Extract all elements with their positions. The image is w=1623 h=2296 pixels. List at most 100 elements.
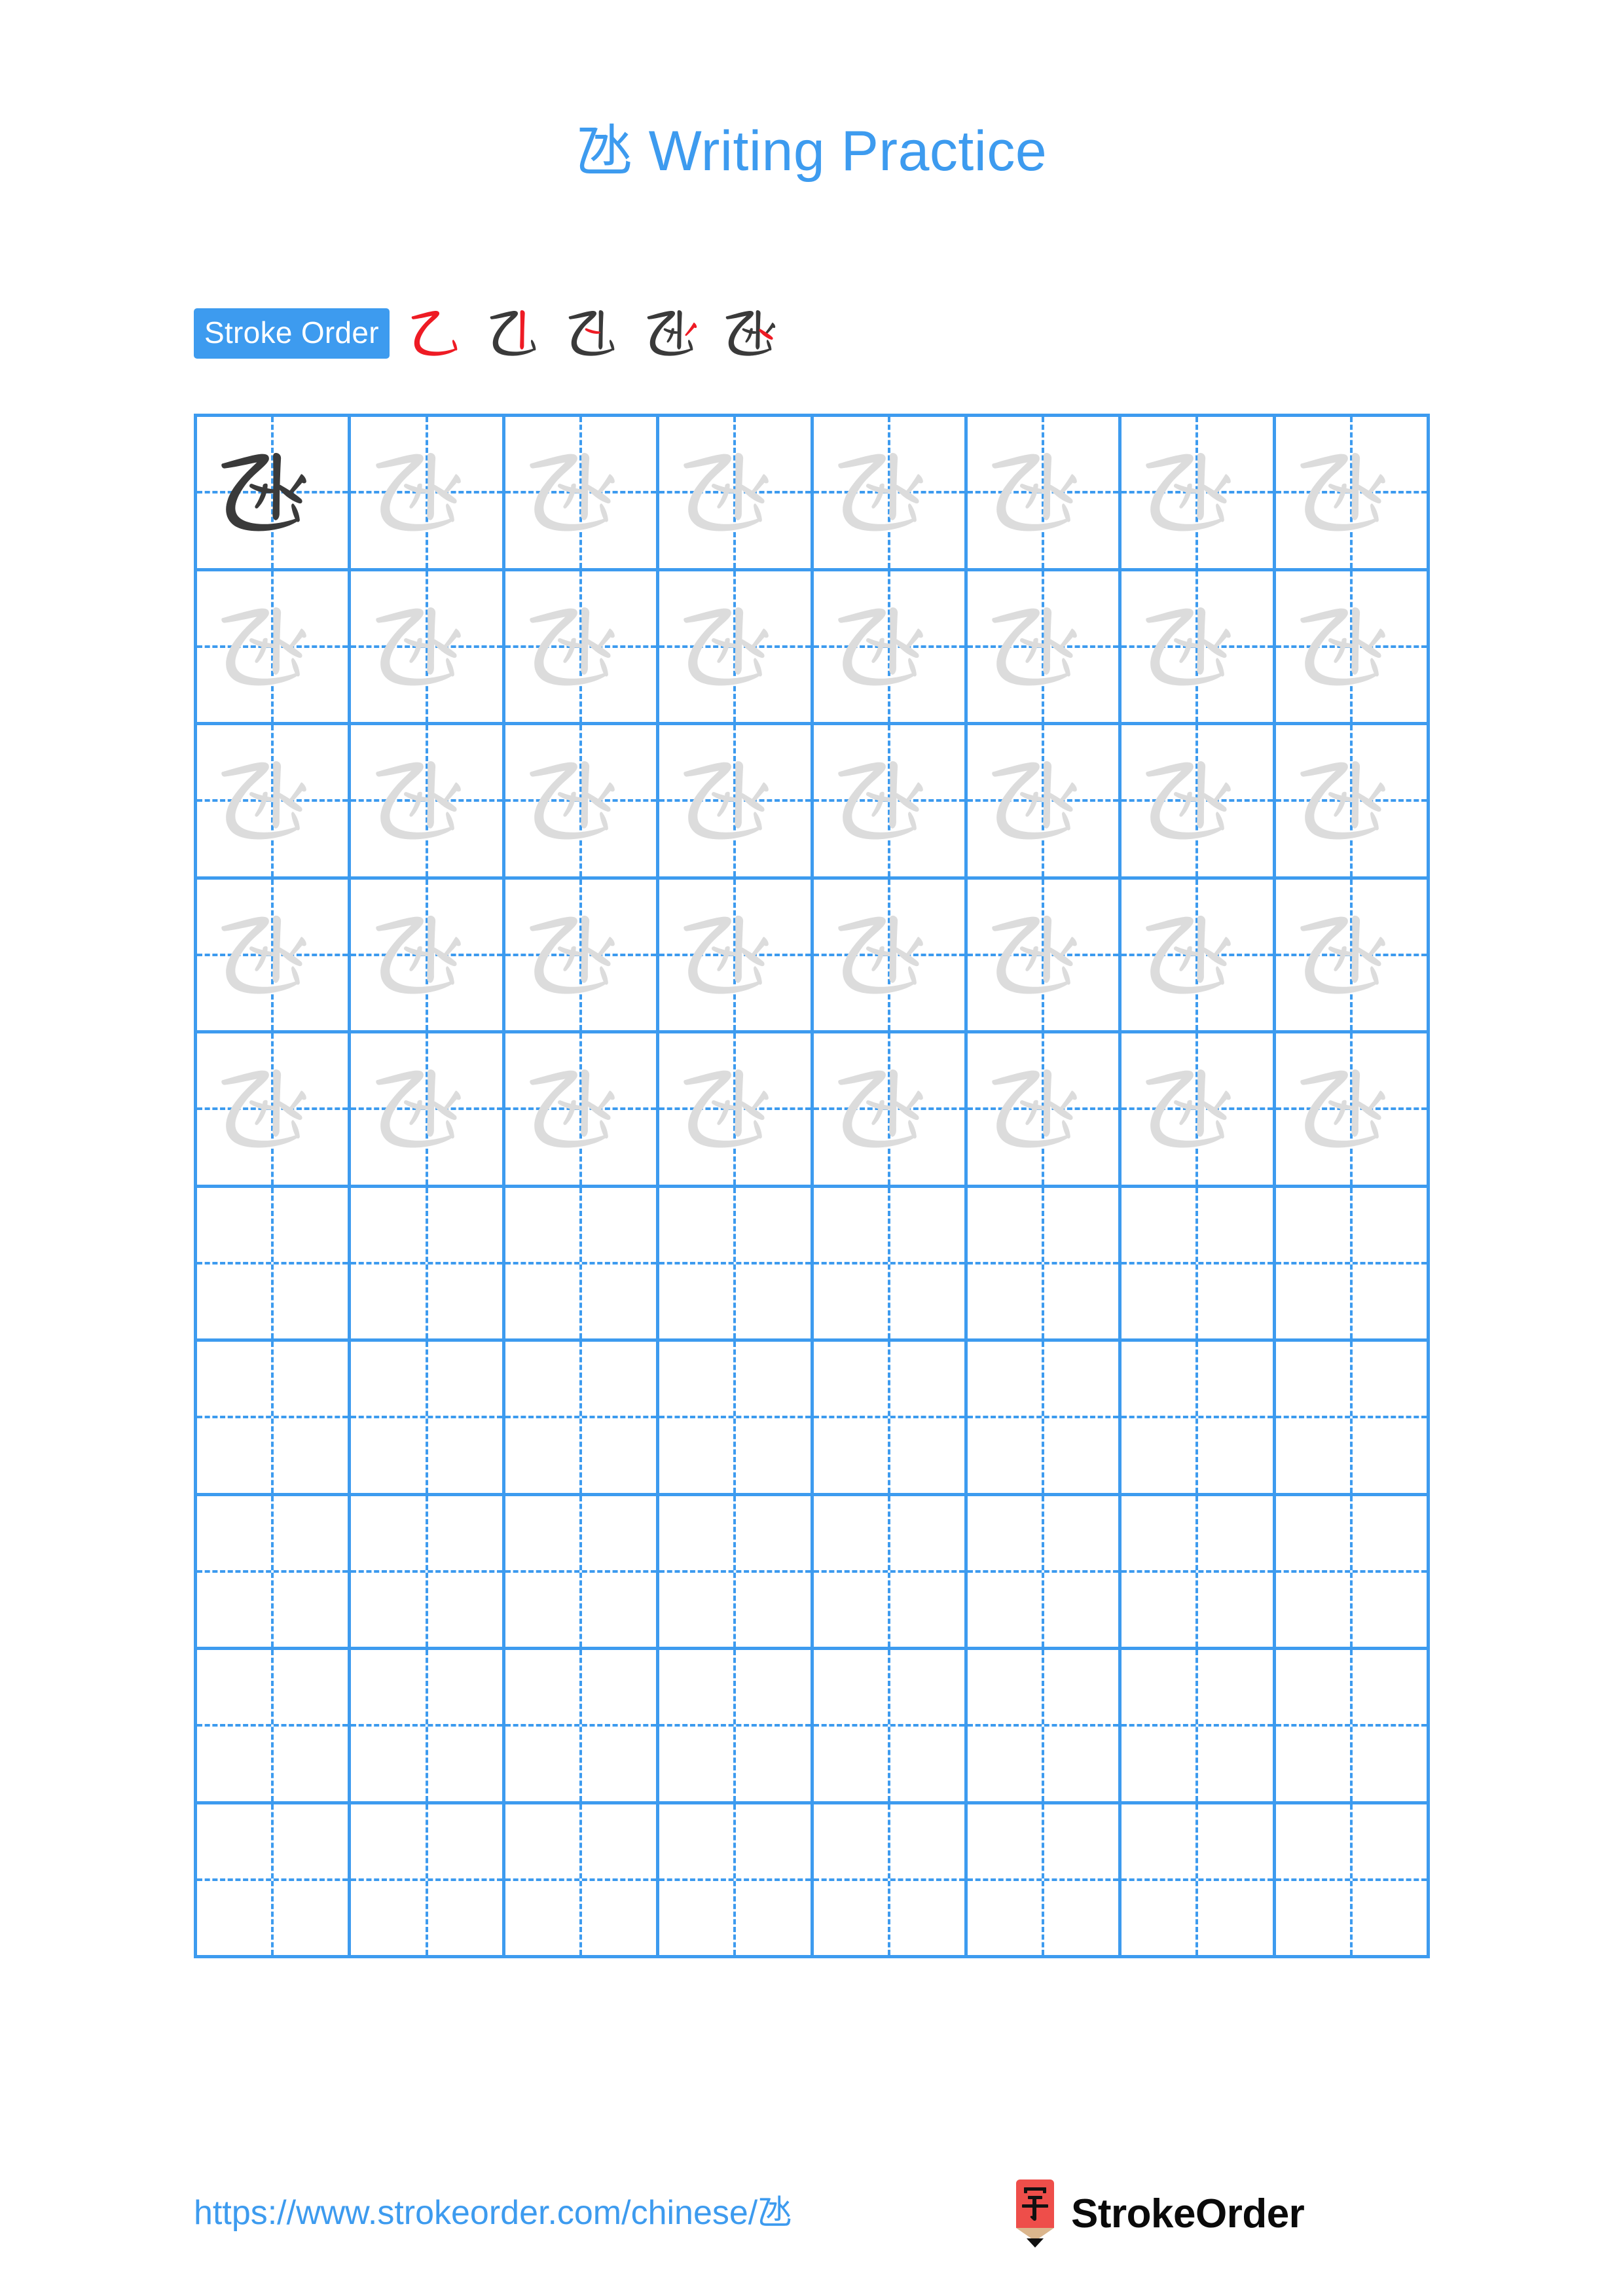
practice-cell[interactable] — [1122, 417, 1276, 571]
practice-cell[interactable] — [1122, 1650, 1276, 1804]
practice-cell[interactable] — [813, 1650, 968, 1804]
practice-cell[interactable] — [197, 1650, 352, 1804]
practice-cell[interactable] — [505, 725, 660, 880]
horizontal-guide-line — [1122, 1416, 1273, 1419]
practice-cell[interactable] — [1275, 571, 1430, 725]
practice-cell[interactable] — [197, 1496, 352, 1650]
practice-cell[interactable] — [967, 1496, 1122, 1650]
practice-cell[interactable] — [967, 1342, 1122, 1496]
stroke-step-3-icon — [568, 310, 615, 356]
footer-url-link[interactable]: https://www.strokeorder.com/chinese/氹 — [194, 2185, 792, 2234]
practice-cell[interactable] — [967, 725, 1122, 880]
practice-cell[interactable] — [1122, 1342, 1276, 1496]
practice-cell[interactable] — [351, 417, 505, 571]
practice-cell[interactable] — [505, 1804, 660, 1958]
practice-cell[interactable] — [1275, 1187, 1430, 1342]
practice-cell[interactable] — [1122, 1033, 1276, 1188]
vertical-guide-line — [733, 1496, 737, 1647]
traceable-character — [814, 571, 964, 723]
practice-cell[interactable] — [197, 1342, 352, 1496]
practice-cell[interactable] — [813, 1496, 968, 1650]
practice-cell[interactable] — [197, 1187, 352, 1342]
practice-cell[interactable] — [197, 879, 352, 1033]
practice-cell[interactable] — [659, 571, 814, 725]
practice-cell[interactable] — [505, 1342, 660, 1496]
practice-cell[interactable] — [351, 1187, 505, 1342]
practice-cell[interactable] — [813, 1033, 968, 1188]
stroke-step-1 — [407, 298, 476, 368]
horizontal-guide-line — [197, 1878, 348, 1881]
practice-cell[interactable] — [1122, 1187, 1276, 1342]
practice-cell[interactable] — [813, 1342, 968, 1496]
practice-cell[interactable] — [967, 879, 1122, 1033]
practice-cell[interactable] — [1275, 879, 1430, 1033]
practice-cell[interactable] — [351, 725, 505, 880]
traceable-character — [968, 725, 1118, 876]
practice-cell[interactable] — [813, 725, 968, 880]
practice-cell[interactable] — [351, 879, 505, 1033]
vertical-guide-line — [425, 1650, 428, 1801]
practice-cell[interactable] — [351, 1804, 505, 1958]
practice-cell[interactable] — [967, 571, 1122, 725]
practice-cell[interactable] — [659, 879, 814, 1033]
practice-cell[interactable] — [505, 417, 660, 571]
practice-cell[interactable] — [967, 1650, 1122, 1804]
practice-cell[interactable] — [351, 1033, 505, 1188]
practice-cell[interactable] — [197, 571, 352, 725]
traceable-character — [968, 571, 1118, 723]
practice-cell[interactable] — [197, 1804, 352, 1958]
practice-cell[interactable] — [351, 1650, 505, 1804]
practice-cell[interactable] — [351, 1496, 505, 1650]
practice-cell[interactable] — [813, 417, 968, 571]
traceable-character — [1122, 571, 1272, 723]
practice-cell[interactable] — [659, 1804, 814, 1958]
practice-cell[interactable] — [1275, 1342, 1430, 1496]
horizontal-guide-line — [351, 1261, 502, 1265]
practice-cell[interactable] — [813, 879, 968, 1033]
practice-cell[interactable] — [1275, 1804, 1430, 1958]
practice-cell[interactable] — [1122, 879, 1276, 1033]
practice-cell[interactable] — [967, 417, 1122, 571]
practice-cell[interactable] — [659, 1342, 814, 1496]
practice-cell[interactable] — [197, 417, 352, 571]
practice-cell[interactable] — [197, 1033, 352, 1188]
practice-cell[interactable] — [1122, 1804, 1276, 1958]
traceable-character — [814, 880, 964, 1031]
practice-cell[interactable] — [1275, 417, 1430, 571]
practice-cell[interactable] — [813, 1804, 968, 1958]
practice-cell[interactable] — [1122, 725, 1276, 880]
practice-cell[interactable] — [351, 571, 505, 725]
practice-cell[interactable] — [1122, 571, 1276, 725]
horizontal-guide-line — [659, 1878, 811, 1881]
practice-cell[interactable] — [505, 1496, 660, 1650]
practice-cell[interactable] — [351, 1342, 505, 1496]
practice-cell[interactable] — [659, 1650, 814, 1804]
practice-cell[interactable] — [505, 1650, 660, 1804]
practice-cell[interactable] — [659, 1496, 814, 1650]
practice-cell[interactable] — [1122, 1496, 1276, 1650]
practice-cell[interactable] — [659, 725, 814, 880]
vertical-guide-line — [579, 1342, 582, 1493]
vertical-guide-line — [271, 1496, 274, 1647]
practice-cell[interactable] — [505, 571, 660, 725]
traceable-character — [1122, 725, 1272, 876]
practice-cell[interactable] — [967, 1187, 1122, 1342]
traceable-character — [351, 725, 501, 876]
practice-cell[interactable] — [1275, 1033, 1430, 1188]
practice-cell[interactable] — [967, 1033, 1122, 1188]
practice-cell[interactable] — [659, 1187, 814, 1342]
practice-cell[interactable] — [1275, 1650, 1430, 1804]
practice-cell[interactable] — [197, 725, 352, 880]
practice-cell[interactable] — [505, 1033, 660, 1188]
practice-cell[interactable] — [1275, 725, 1430, 880]
practice-cell[interactable] — [659, 417, 814, 571]
practice-cell[interactable] — [813, 1187, 968, 1342]
practice-cell[interactable] — [505, 1187, 660, 1342]
horizontal-guide-line — [659, 1724, 811, 1727]
practice-cell[interactable] — [813, 571, 968, 725]
practice-cell[interactable] — [505, 879, 660, 1033]
practice-cell[interactable] — [967, 1804, 1122, 1958]
practice-cell[interactable] — [1275, 1496, 1430, 1650]
horizontal-guide-line — [813, 1724, 964, 1727]
practice-cell[interactable] — [659, 1033, 814, 1188]
